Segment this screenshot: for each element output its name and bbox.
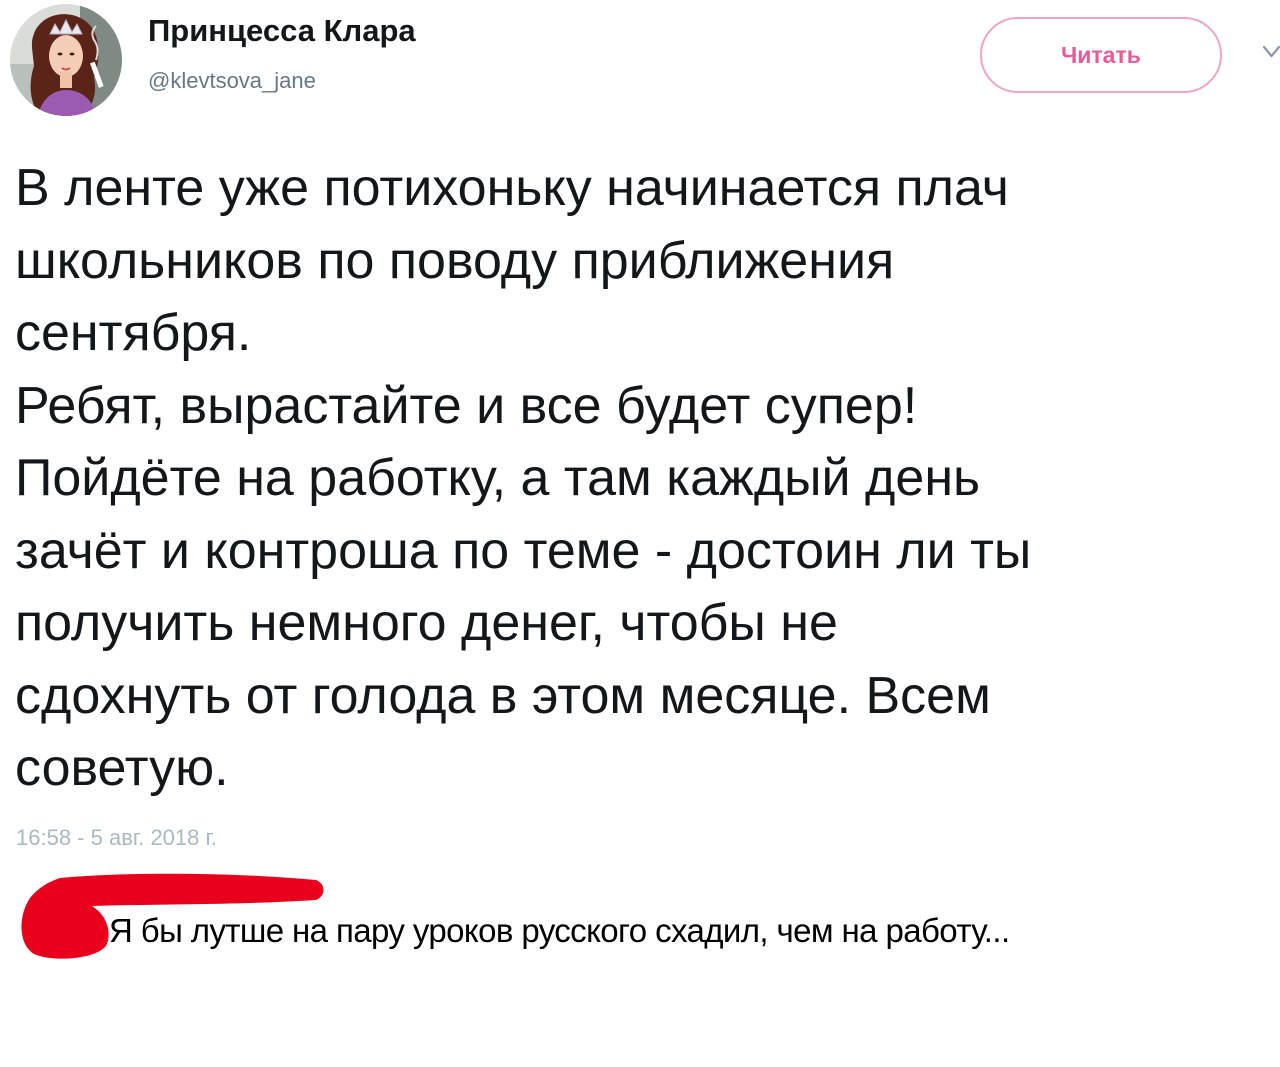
red-redaction-mark — [21, 873, 324, 959]
caption-comment: Я бы лутше на пару уроков русского схади… — [109, 912, 1010, 949]
